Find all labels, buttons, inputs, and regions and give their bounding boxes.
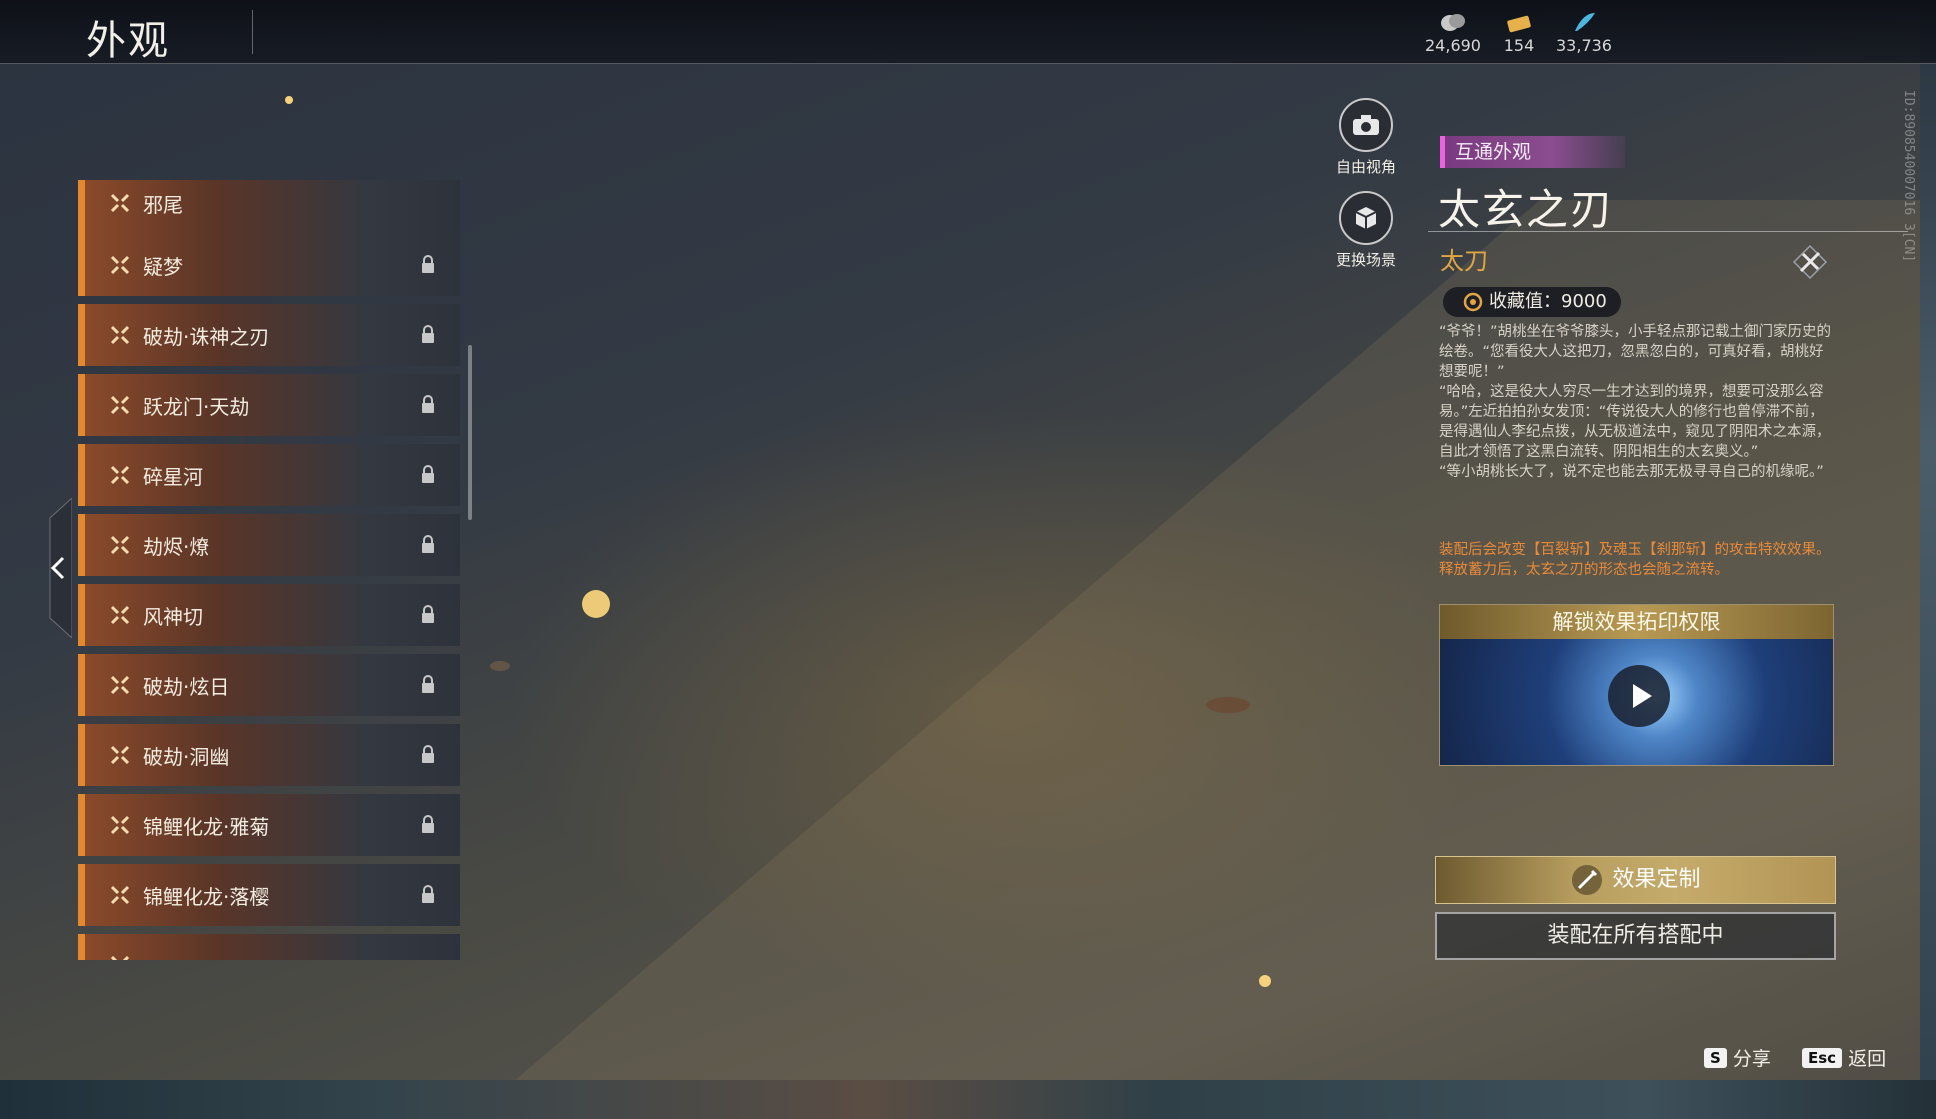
list-item[interactable]: 破劫·洞幽 xyxy=(78,724,460,786)
title-underline xyxy=(1428,231,1908,232)
silver-coin-icon xyxy=(1441,14,1465,31)
currency-feather: 33,736 xyxy=(1549,8,1619,55)
cross-blades-icon xyxy=(110,675,130,695)
list-item-label: 破劫·诛神之刃 xyxy=(143,325,270,349)
lock-icon xyxy=(422,255,434,273)
back-hint[interactable]: Esc 返回 xyxy=(1802,1044,1886,1071)
lock-icon xyxy=(422,885,434,903)
video-title: 解锁效果拓印权限 xyxy=(1440,605,1833,639)
gold-ticket-icon xyxy=(1507,15,1531,33)
list-scrollbar[interactable] xyxy=(468,345,472,520)
list-item[interactable]: 破劫·诛神之刃 xyxy=(78,304,460,366)
list-item[interactable]: 跃龙门·天劫 xyxy=(78,374,460,436)
list-item-label: 破劫·洞幽 xyxy=(143,745,230,769)
customize-effect-label: 效果定制 xyxy=(1612,867,1701,892)
cross-blades-icon xyxy=(110,885,130,905)
list-item-label: 劫烬·燎 xyxy=(143,535,210,559)
video-thumbnail xyxy=(1440,639,1833,765)
page-title: 外观 xyxy=(86,18,170,64)
lock-icon xyxy=(422,605,434,623)
cross-blades-icon xyxy=(110,193,130,213)
share-hint[interactable]: S 分享 xyxy=(1704,1044,1771,1071)
collapse-panel-button[interactable] xyxy=(44,498,72,638)
list-item-label: 锦鲤化龙·雅菊 xyxy=(143,815,270,839)
cross-blades-icon xyxy=(110,955,130,960)
list-item[interactable]: 风神切 xyxy=(78,584,460,646)
collection-value: 收藏值：9000 xyxy=(1489,291,1607,312)
play-icon xyxy=(1633,684,1652,708)
list-item[interactable]: 破劫·炫日 xyxy=(78,654,460,716)
currency-ticket-value: 154 xyxy=(1503,36,1535,55)
free-view-button[interactable]: 自由视角 xyxy=(1311,98,1421,177)
shared-appearance-tag: 互通外观 xyxy=(1440,136,1625,168)
collection-icon xyxy=(1463,292,1483,312)
title-divider xyxy=(252,10,253,54)
lock-icon xyxy=(422,465,434,483)
cross-blades-icon xyxy=(110,815,130,835)
collection-value-badge: 收藏值：9000 xyxy=(1443,287,1621,317)
currency-feather-value: 33,736 xyxy=(1556,36,1612,55)
cross-blades-icon xyxy=(110,745,130,765)
list-item[interactable]: 邪尾 xyxy=(78,180,460,234)
cross-blades-icon xyxy=(110,535,130,555)
list-item[interactable]: 劫烬·燎 xyxy=(78,514,460,576)
share-label: 分享 xyxy=(1732,1048,1771,1070)
right-edge-scenery xyxy=(1920,0,1936,1119)
list-item[interactable]: 锦鲤化龙·落樱 xyxy=(78,864,460,926)
lock-icon xyxy=(422,325,434,343)
cross-blades-icon xyxy=(110,325,130,345)
effect-preview-video[interactable]: 解锁效果拓印权限 xyxy=(1439,604,1834,766)
currency-silver: 24,690 xyxy=(1418,8,1488,55)
effect-description: 装配后会改变【百裂斩】及魂玉【刹那斩】的攻击特效效果。 释放蓄力后，太玄之刃的形… xyxy=(1439,542,1831,578)
change-scene-label: 更换场景 xyxy=(1335,251,1396,269)
lock-icon xyxy=(422,745,434,763)
player-id: ID:8908540007016 3[CN] xyxy=(1901,90,1916,263)
list-item[interactable] xyxy=(78,934,460,960)
cross-blades-icon xyxy=(110,395,130,415)
list-item-label: 疑梦 xyxy=(143,255,183,279)
list-item-label: 风神切 xyxy=(143,605,203,629)
cross-blades-icon xyxy=(110,605,130,625)
lock-icon xyxy=(422,395,434,413)
back-key: Esc xyxy=(1802,1048,1843,1068)
list-item-label: 破劫·炫日 xyxy=(143,675,230,699)
lock-icon xyxy=(422,675,434,693)
list-item-label: 碎星河 xyxy=(143,465,203,489)
cross-blades-icon xyxy=(110,255,130,275)
free-view-label: 自由视角 xyxy=(1335,158,1396,176)
cross-blades-icon xyxy=(110,465,130,485)
item-description: “爷爷！”胡桃坐在爷爷膝头，小手轻点那记载土御门家历史的绘卷。“您看役大人这把刀… xyxy=(1439,324,1832,480)
currency-silver-value: 24,690 xyxy=(1425,36,1481,55)
share-key: S xyxy=(1704,1048,1727,1068)
brush-icon xyxy=(1572,865,1603,895)
scene-cube-icon xyxy=(1339,191,1393,245)
list-item[interactable]: 锦鲤化龙·雅菊 xyxy=(78,794,460,856)
equip-all-button[interactable]: 装配在所有搭配中 xyxy=(1435,912,1836,960)
bottom-scenery-strip xyxy=(0,1080,1936,1119)
list-item[interactable]: 疑梦 xyxy=(78,234,460,296)
play-button[interactable] xyxy=(1608,665,1670,727)
item-name: 太玄之刃 xyxy=(1438,185,1615,234)
list-item-label: 锦鲤化龙·落樱 xyxy=(143,885,270,909)
lock-icon xyxy=(422,535,434,553)
change-scene-button[interactable]: 更换场景 xyxy=(1311,191,1421,270)
list-item-label: 邪尾 xyxy=(143,193,183,217)
list-item-label: 跃龙门·天劫 xyxy=(143,395,250,419)
camera-icon xyxy=(1339,98,1393,152)
blue-feather-icon xyxy=(1575,13,1595,31)
currency-ticket: 154 xyxy=(1484,8,1554,55)
lock-icon xyxy=(422,815,434,833)
back-label: 返回 xyxy=(1848,1048,1887,1070)
weapon-type: 太刀 xyxy=(1440,247,1488,275)
katana-icon xyxy=(1792,244,1828,280)
list-item[interactable]: 碎星河 xyxy=(78,444,460,506)
customize-effect-button[interactable]: 效果定制 xyxy=(1435,856,1836,904)
header-divider xyxy=(0,63,1936,64)
top-bar: 外观 24,690 154 33,736 xyxy=(0,0,1936,64)
appearance-list[interactable]: 邪尾 疑梦 破劫·诛神之刃 跃龙门·天劫 碎星河 劫烬·燎 风神切 破劫·炫日 … xyxy=(78,180,468,960)
